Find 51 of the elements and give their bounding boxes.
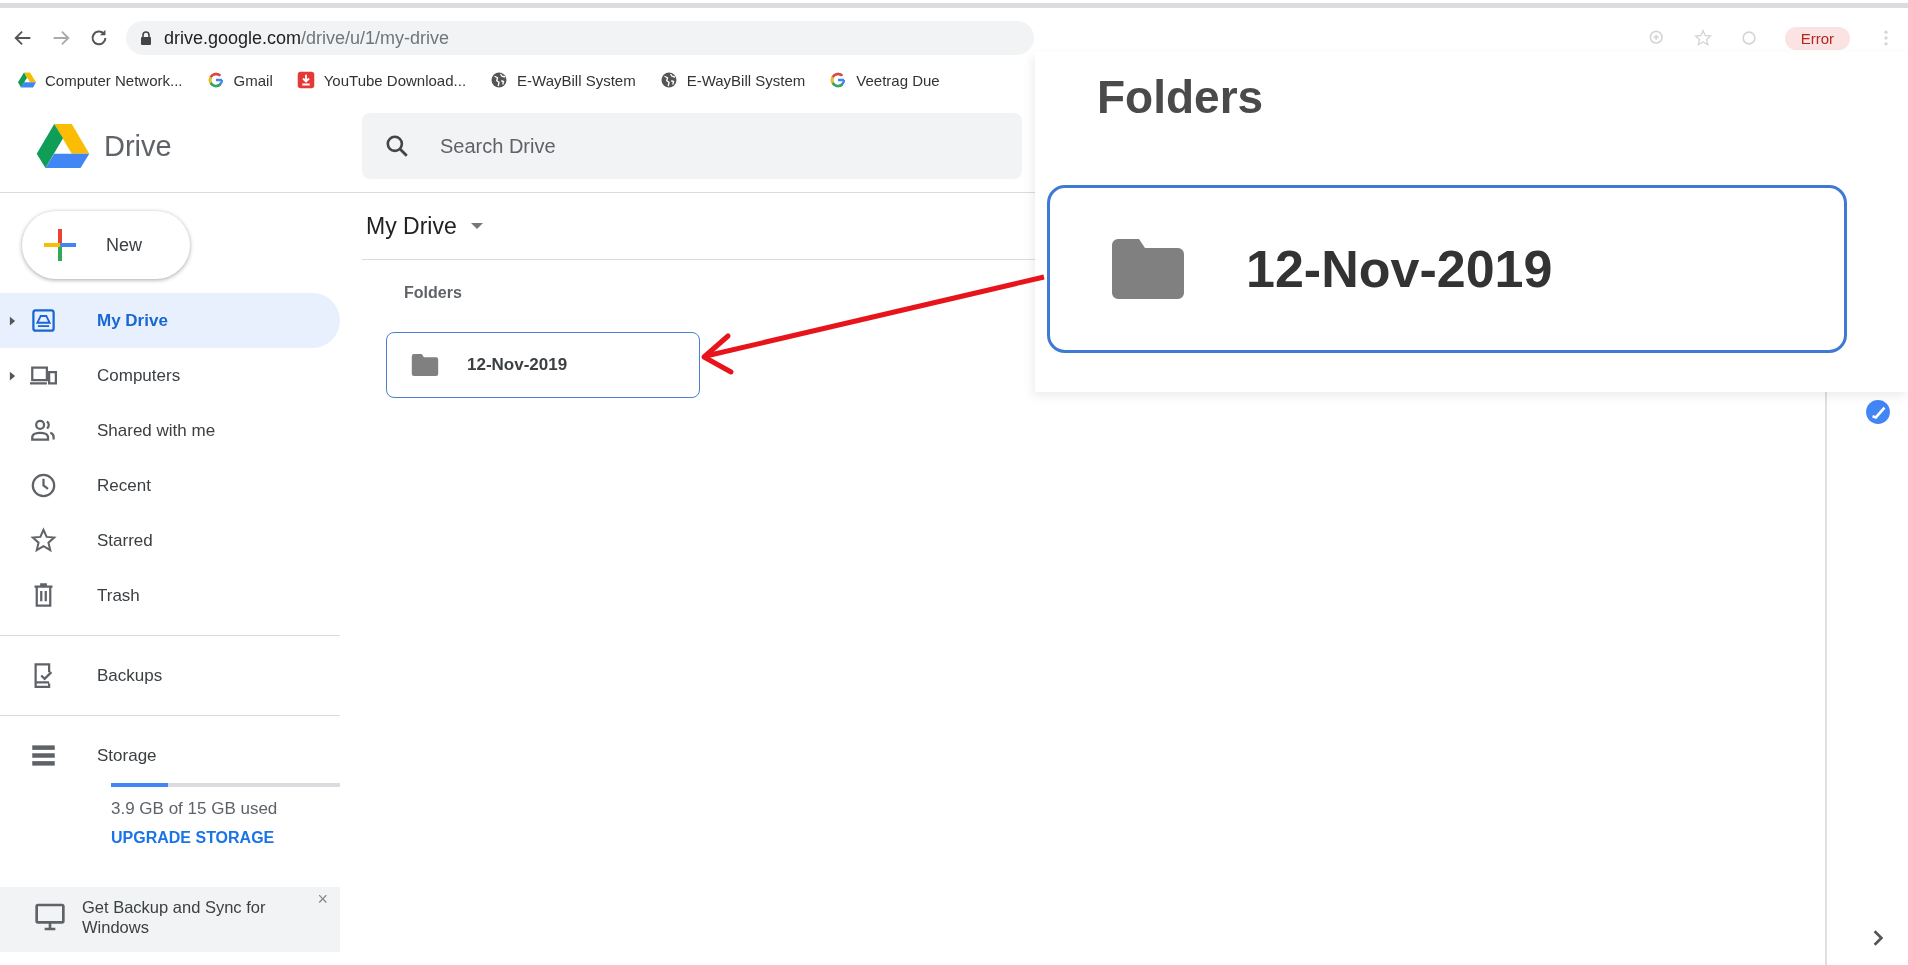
nav-item[interactable]: Starred xyxy=(0,513,340,568)
new-button[interactable]: New xyxy=(22,211,190,279)
folder-icon xyxy=(1112,239,1184,299)
plus-icon xyxy=(42,227,78,263)
nav-item[interactable]: Recent xyxy=(0,458,340,513)
g-logo-icon xyxy=(206,71,225,89)
error-badge[interactable]: Error xyxy=(1784,26,1850,50)
upgrade-storage-link[interactable]: UPGRADE STORAGE xyxy=(111,829,275,847)
bookmark[interactable]: Veetrag Due xyxy=(829,71,940,89)
folder-card[interactable]: 12-Nov-2019 xyxy=(386,332,700,398)
expand-caret-icon[interactable] xyxy=(9,370,16,381)
nav-item[interactable]: Trash xyxy=(0,568,340,623)
search-field[interactable]: Search Drive xyxy=(362,113,1022,179)
breadcrumb-title[interactable]: My Drive xyxy=(366,212,457,240)
star-icon xyxy=(30,527,57,554)
triangle-logo-icon xyxy=(18,71,36,89)
callout-heading: Folders xyxy=(1097,70,1265,124)
bookmark[interactable]: Computer Network... xyxy=(18,71,183,89)
globe-icon xyxy=(490,71,509,89)
drive-icon xyxy=(30,307,57,334)
storage-usage: 3.9 GB of 15 GB used xyxy=(111,799,278,819)
drive-logo-icon[interactable] xyxy=(36,123,90,169)
app-title: Drive xyxy=(104,129,172,163)
promo-text: Get Backup and Sync for Windows xyxy=(82,897,267,937)
g-logo-icon xyxy=(829,71,848,89)
folder-card-enlarged: 12-Nov-2019 xyxy=(1047,185,1847,353)
storage-icon xyxy=(30,742,57,769)
monitor-icon xyxy=(34,901,66,933)
dropdown-caret-icon[interactable] xyxy=(470,223,483,229)
bookmark[interactable]: YouTube Download... xyxy=(296,71,467,89)
expand-caret-icon[interactable] xyxy=(9,315,16,326)
nav-item[interactable]: Computers xyxy=(0,348,340,403)
check-circle-icon[interactable] xyxy=(1864,399,1891,425)
people-icon xyxy=(30,417,57,444)
nav-item[interactable]: My Drive xyxy=(0,293,340,348)
star-icon[interactable] xyxy=(1692,28,1713,48)
section-heading: Folders xyxy=(404,284,463,302)
bookmark[interactable]: E-WayBill System xyxy=(659,71,806,89)
lock-icon xyxy=(140,31,152,45)
nav-item[interactable]: Storage xyxy=(0,728,340,783)
bookmark[interactable]: E-WayBill System xyxy=(490,71,636,89)
download-icon xyxy=(296,71,315,89)
globe-icon xyxy=(659,71,678,89)
address-bar[interactable]: drive.google.com/drive/u/1/my-drive xyxy=(126,21,1034,55)
search-icon[interactable] xyxy=(384,133,410,159)
nav-item[interactable]: Backups xyxy=(0,648,340,703)
chevron-right-icon[interactable] xyxy=(1871,929,1884,947)
bookmark[interactable]: Gmail xyxy=(206,71,273,89)
clock-icon xyxy=(30,472,57,499)
folder-icon xyxy=(411,354,439,376)
nav-item[interactable]: Shared with me xyxy=(0,403,340,458)
